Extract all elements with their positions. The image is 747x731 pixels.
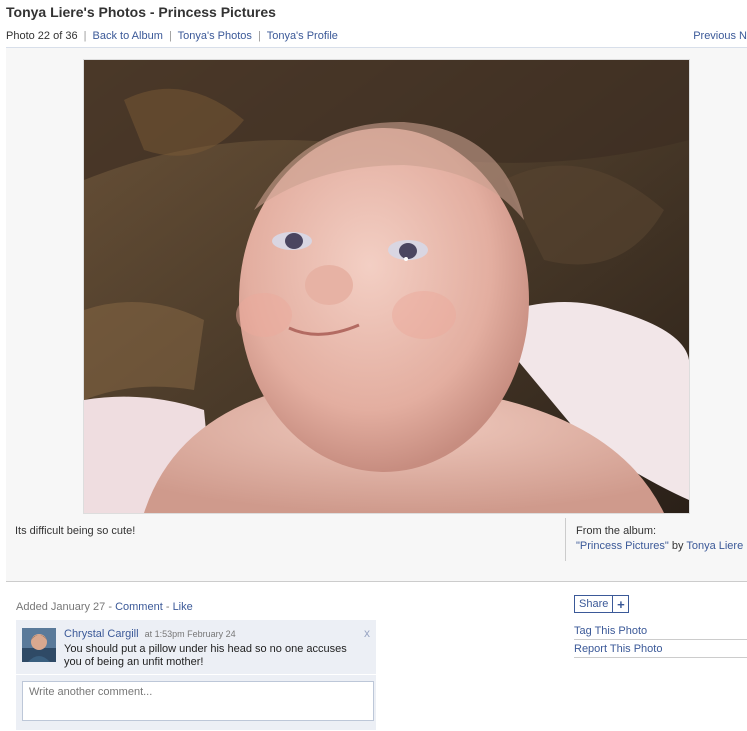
next-link[interactable]: N [739, 30, 747, 42]
baby-photo-image [84, 60, 689, 513]
album-owner-link[interactable]: Tonya Liere [686, 540, 743, 552]
separator: | [83, 30, 87, 42]
comment-link[interactable]: Comment [115, 601, 163, 613]
photo-caption: Its difficult being so cute! [15, 525, 136, 537]
like-link[interactable]: Like [173, 601, 193, 613]
comment-item: Chrystal Cargill at 1:53pm February 24 Y… [16, 620, 376, 675]
comment-author-link[interactable]: Chrystal Cargill [64, 628, 139, 640]
close-icon[interactable]: x [364, 626, 370, 640]
separator: | [168, 30, 172, 42]
report-photo-link[interactable]: Report This Photo [574, 643, 747, 658]
prev-next-nav: Previous N [693, 30, 747, 42]
share-button[interactable]: Share + [574, 595, 630, 613]
share-label: Share [579, 598, 609, 610]
back-to-album-link[interactable]: Back to Album [93, 30, 163, 42]
album-by-text: by [671, 540, 684, 552]
photo-area: Its difficult being so cute! From the al… [6, 47, 747, 582]
added-date: Added January 27 - [16, 601, 113, 613]
photo-count: Photo 22 of 36 [6, 30, 78, 42]
tag-photo-link[interactable]: Tag This Photo [574, 625, 747, 640]
page-title: Tonya Liere's Photos - Princess Pictures [6, 4, 276, 20]
avatar[interactable] [22, 628, 56, 662]
album-name-link[interactable]: "Princess Pictures" [576, 540, 669, 552]
comment-text: You should put a pillow under his head s… [64, 643, 347, 668]
plus-icon: + [612, 596, 628, 612]
added-line: Added January 27 - Comment - Like [16, 601, 193, 613]
owner-photos-link[interactable]: Tonya's Photos [178, 30, 252, 42]
dash-separator: - [165, 601, 170, 613]
album-line: "Princess Pictures" by Tonya Liere [576, 540, 747, 552]
comment-timestamp: at 1:53pm February 24 [144, 629, 236, 639]
avatar-image [22, 628, 56, 662]
comment-author-line: Chrystal Cargill at 1:53pm February 24 [64, 628, 236, 640]
previous-link[interactable]: Previous [693, 30, 736, 42]
album-info: From the album: "Princess Pictures" by T… [565, 518, 747, 561]
comment-input[interactable] [22, 681, 374, 721]
owner-profile-link[interactable]: Tonya's Profile [267, 30, 338, 42]
comments-box: Chrystal Cargill at 1:53pm February 24 Y… [16, 620, 376, 730]
album-from-label: From the album: [576, 525, 657, 537]
baby-photo[interactable] [83, 59, 690, 514]
photo-nav: Photo 22 of 36 | Back to Album | Tonya's… [6, 30, 338, 42]
separator: | [257, 30, 261, 42]
